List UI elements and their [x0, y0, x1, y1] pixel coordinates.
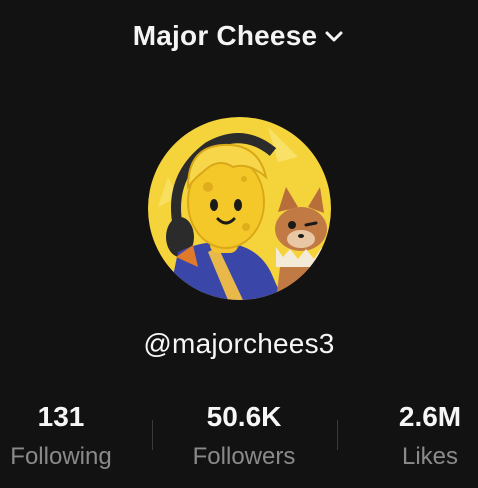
username: @majorchees3	[143, 328, 335, 359]
stat-label: Likes	[401, 443, 459, 470]
stat-value: 50.6K	[206, 401, 282, 432]
account-switcher[interactable]: Major Cheese	[133, 20, 345, 52]
stat-label: Followers	[192, 443, 296, 470]
chevron-down-icon	[323, 26, 345, 48]
account-name: Major Cheese	[132, 20, 318, 51]
stat-label: Following	[10, 443, 112, 470]
profile-header: Major Cheese	[0, 14, 478, 58]
profile-avatar[interactable]	[148, 117, 331, 300]
stats-divider	[337, 420, 338, 450]
stat-value: 2.6M	[398, 401, 462, 432]
stat-value: 131	[37, 401, 85, 432]
stat-followers[interactable]: 50.6K Followers	[180, 398, 308, 474]
stats-divider	[152, 420, 153, 450]
stat-following[interactable]: 131 Following	[0, 398, 122, 474]
profile-page: Major Cheese @majorchees3 131 Following …	[0, 0, 478, 488]
stat-likes[interactable]: 2.6M Likes	[388, 398, 472, 474]
profile-stats: 131 Following 50.6K Followers 2.6M Likes	[0, 398, 478, 478]
